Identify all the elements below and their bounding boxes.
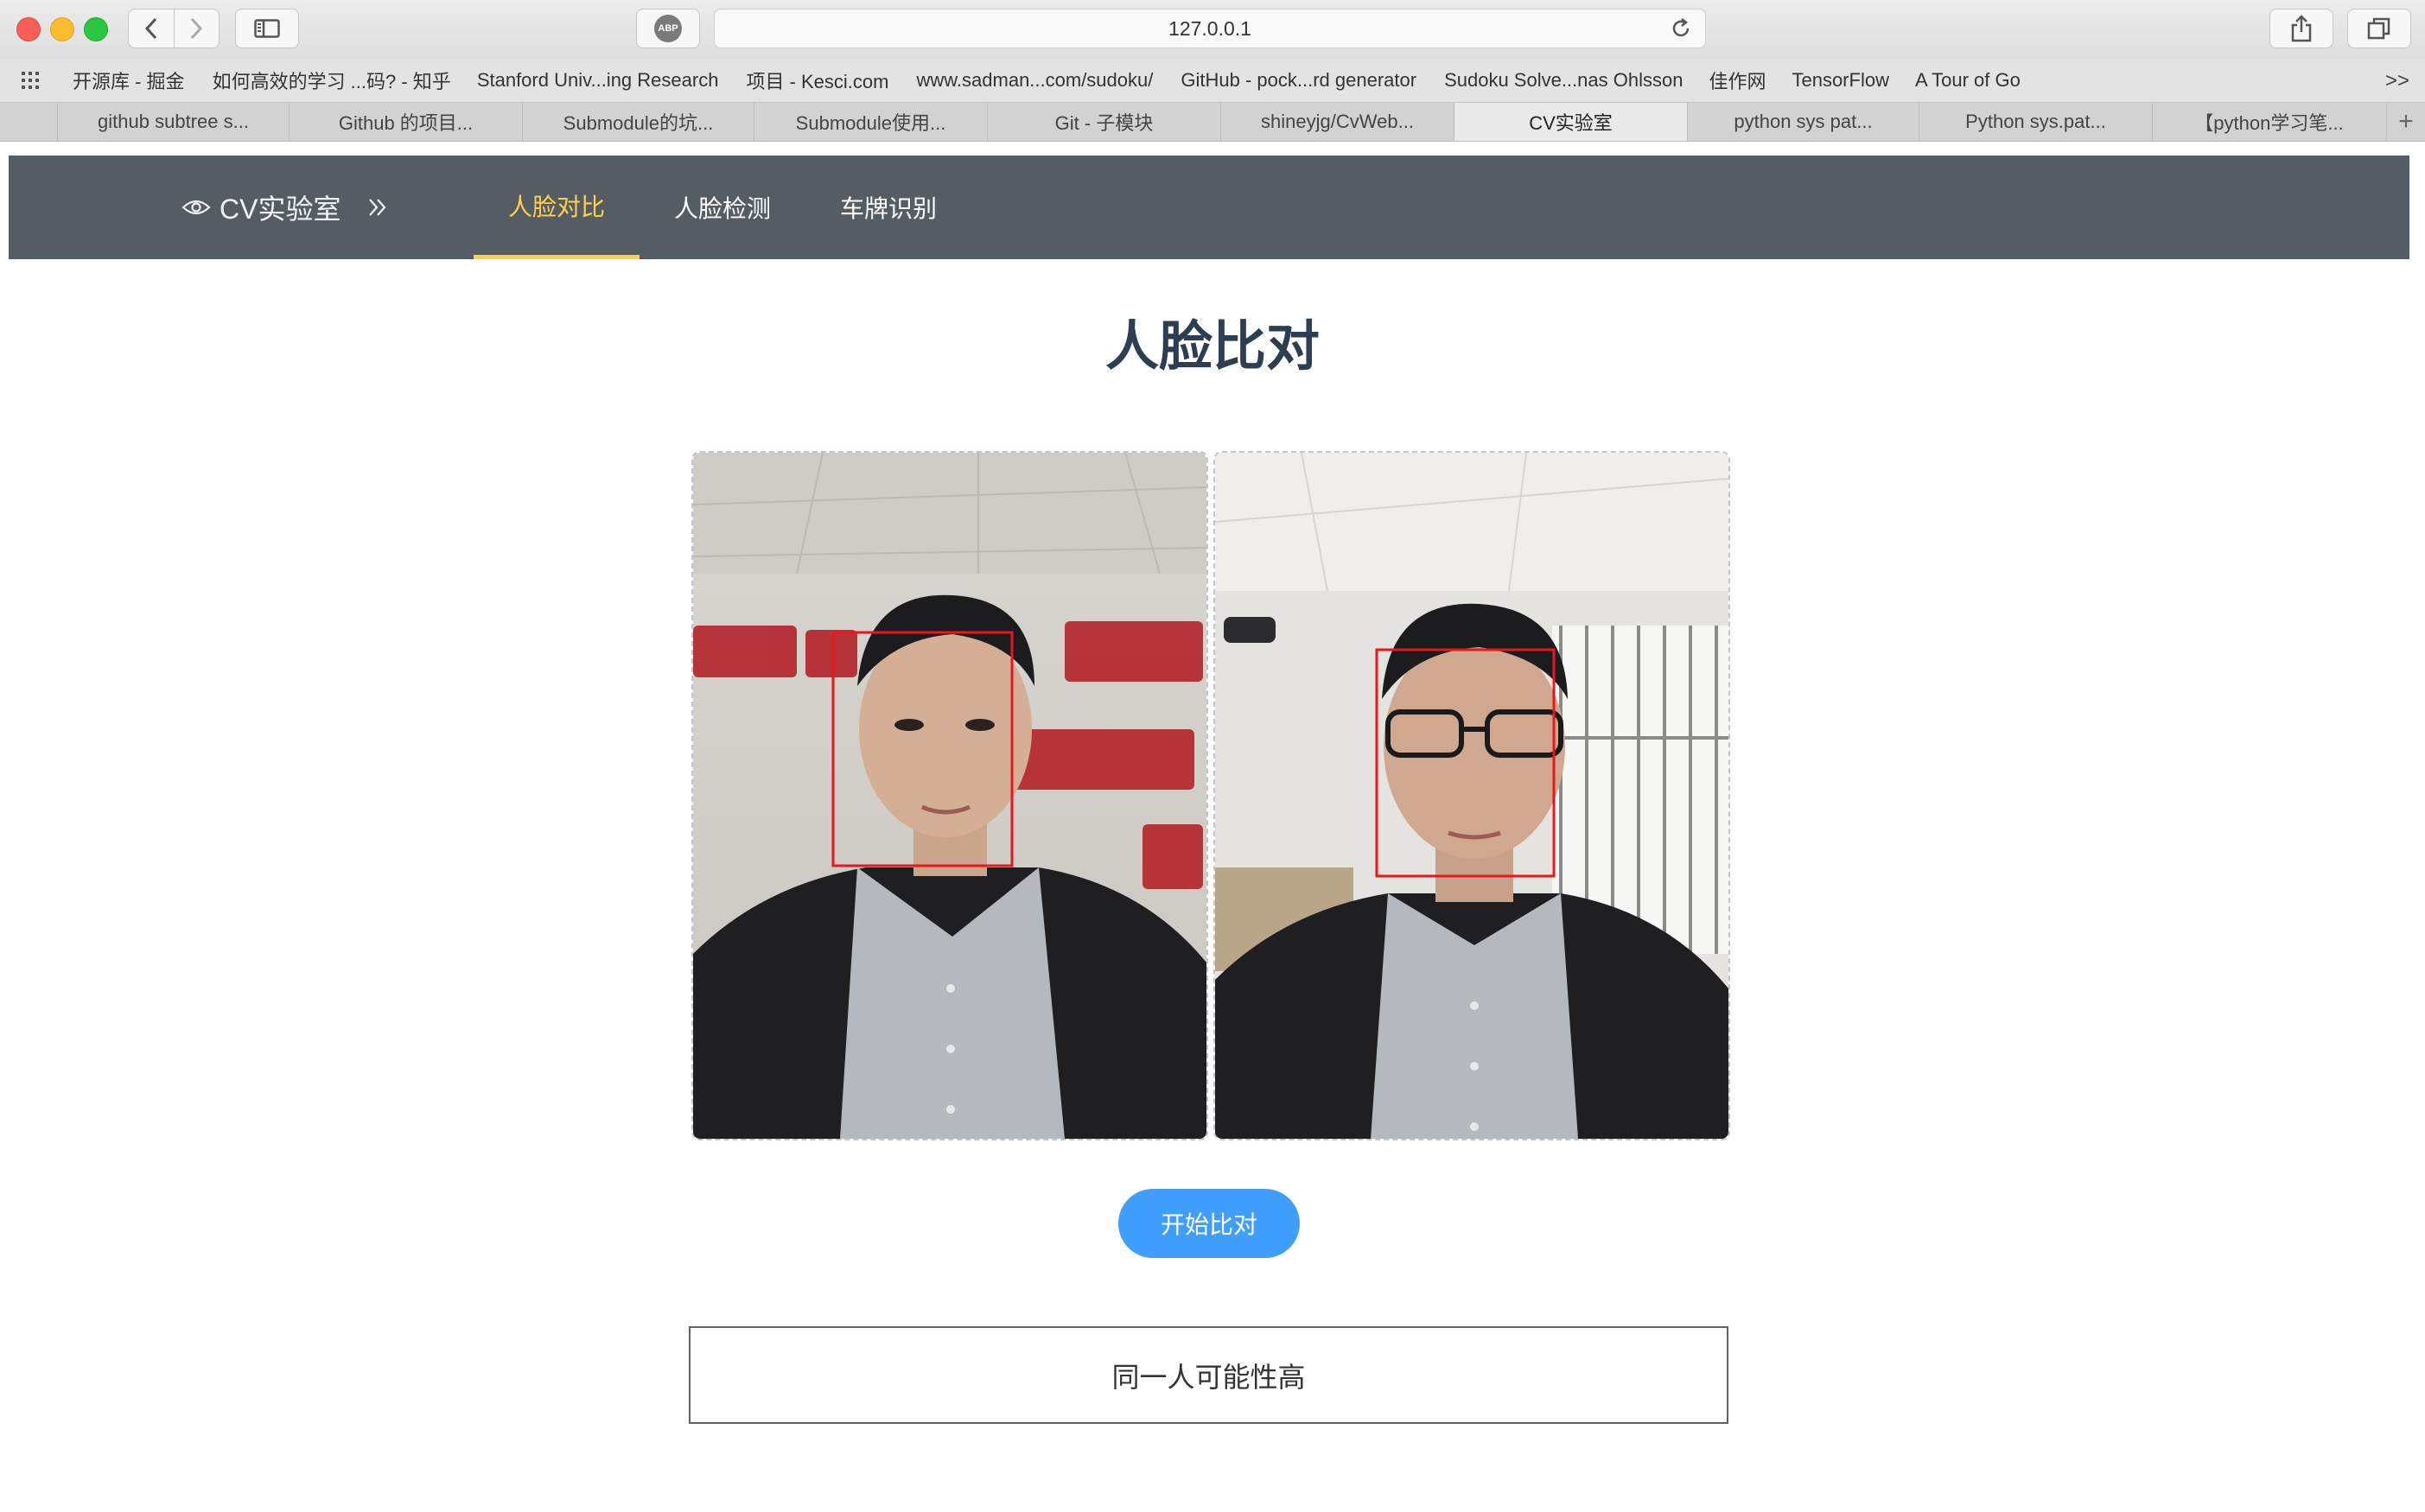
- sidebar-icon: [254, 19, 280, 38]
- result-box: 同一人可能性高: [689, 1326, 1728, 1424]
- browser-tab-active[interactable]: CV实验室: [1454, 103, 1687, 141]
- bookmark-item[interactable]: www.sadman...com/sudoku/: [916, 69, 1153, 92]
- bookmark-item[interactable]: 佳作网: [1709, 67, 1766, 94]
- nav-item-face-compare[interactable]: 人脸对比: [474, 156, 640, 259]
- zoom-window-button[interactable]: [84, 17, 108, 41]
- share-icon: [2291, 15, 2312, 42]
- new-tab-button[interactable]: +: [2386, 103, 2425, 141]
- browser-tab[interactable]: Github 的项目...: [289, 103, 522, 141]
- forward-button[interactable]: [175, 10, 220, 48]
- chevron-right-icon: [191, 17, 203, 40]
- double-chevron-right-icon[interactable]: [366, 196, 389, 219]
- browser-tab[interactable]: Submodule的坑...: [522, 103, 754, 141]
- browser-tab[interactable]: github subtree s...: [57, 103, 289, 141]
- page-title: 人脸比对: [1104, 314, 1320, 378]
- browser-tab[interactable]: shineyjg/CvWeb...: [1220, 103, 1454, 141]
- nav-item-plate-recognition[interactable]: 车牌识别: [805, 156, 971, 259]
- history-navigation: [128, 9, 220, 48]
- bookmark-item[interactable]: A Tour of Go: [1915, 69, 2021, 92]
- bookmark-item[interactable]: Stanford Univ...ing Research: [477, 69, 719, 92]
- bookmarks-bar: 开源库 - 掘金 如何高效的学习 ...码? - 知乎 Stanford Uni…: [0, 59, 2425, 102]
- eye-icon: [181, 198, 211, 217]
- brand-title: CV实验室: [220, 194, 341, 225]
- tabs-overview-icon: [2367, 17, 2390, 40]
- browser-tab[interactable]: Git - 子模块: [987, 103, 1220, 141]
- start-compare-button[interactable]: 开始比对: [1118, 1189, 1300, 1258]
- close-window-button[interactable]: [16, 17, 41, 41]
- nav-item-face-detect[interactable]: 人脸检测: [640, 156, 805, 259]
- face-photo-right: [1215, 453, 1728, 1139]
- browser-tab[interactable]: Submodule使用...: [754, 103, 987, 141]
- adblock-button[interactable]: ABP: [636, 9, 700, 48]
- bookmark-item[interactable]: 项目 - Kesci.com: [746, 67, 888, 94]
- minimize-window-button[interactable]: [50, 17, 74, 41]
- bookmark-item[interactable]: 如何高效的学习 ...码? - 知乎: [213, 67, 451, 94]
- address-bar[interactable]: 127.0.0.1: [714, 9, 1706, 48]
- bookmark-item[interactable]: Sudoku Solve...nas Ohlsson: [1444, 69, 1683, 92]
- back-button[interactable]: [129, 10, 175, 48]
- bookmark-item[interactable]: GitHub - pock...rd generator: [1181, 69, 1416, 92]
- reload-icon[interactable]: [1669, 16, 1693, 41]
- grid-icon: [22, 72, 39, 89]
- result-text: 同一人可能性高: [1111, 1361, 1306, 1393]
- browser-titlebar: ABP 127.0.0.1: [0, 0, 2425, 59]
- upload-area-left[interactable]: [691, 451, 1208, 1140]
- show-all-tabs-button[interactable]: [2347, 9, 2411, 48]
- chevron-left-icon: [144, 17, 156, 40]
- upload-area-right[interactable]: [1213, 451, 1730, 1140]
- browser-tab[interactable]: Python sys.pat...: [1919, 103, 2152, 141]
- sidebar-toggle-button[interactable]: [235, 9, 299, 48]
- bookmark-item[interactable]: TensorFlow: [1792, 69, 1888, 92]
- bookmark-item[interactable]: 开源库 - 掘金: [73, 67, 185, 94]
- site-navbar: CV实验室 人脸对比 人脸检测 车牌识别: [9, 156, 2409, 259]
- brand[interactable]: CV实验室: [181, 156, 389, 259]
- show-favorites-button[interactable]: [16, 71, 50, 90]
- url-text: 127.0.0.1: [1168, 16, 1251, 40]
- adblock-icon: ABP: [654, 15, 682, 42]
- share-button[interactable]: [2269, 9, 2333, 48]
- more-bookmarks-button[interactable]: >>: [2385, 69, 2409, 93]
- face-photo-left: [693, 453, 1206, 1139]
- browser-tab[interactable]: python sys pat...: [1687, 103, 1919, 141]
- browser-tab[interactable]: 【python学习笔...: [2152, 103, 2385, 141]
- tab-bar: github subtree s... Github 的项目... Submod…: [0, 102, 2425, 142]
